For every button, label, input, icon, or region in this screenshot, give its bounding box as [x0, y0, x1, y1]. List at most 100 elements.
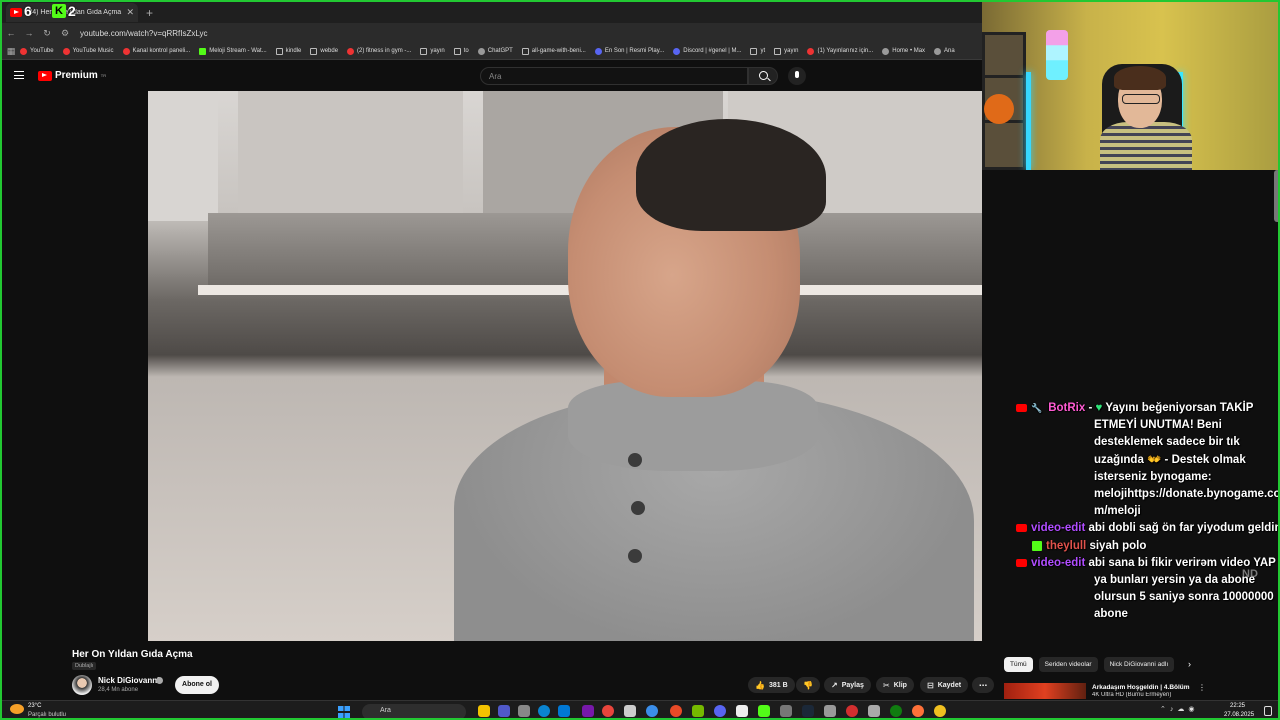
- bookmark[interactable]: ChatGPT: [477, 47, 513, 55]
- site-info-icon[interactable]: ⚙: [56, 28, 74, 39]
- search-input[interactable]: Ara: [480, 67, 748, 85]
- folder-icon: [453, 47, 461, 55]
- app-icon[interactable]: [934, 705, 946, 717]
- bookmark[interactable]: (1) Yayınlarınız için...: [807, 47, 873, 55]
- bookmark[interactable]: Kanal kontrol paneli...: [122, 47, 190, 55]
- steam-icon[interactable]: [802, 705, 814, 717]
- app-icon[interactable]: [780, 705, 792, 717]
- firefox-icon[interactable]: [912, 705, 924, 717]
- youtube-music-icon: [62, 47, 70, 55]
- chat-text: ETMEYİ UNUTMA! Beni: [1094, 419, 1222, 432]
- subscribe-button[interactable]: Abone ol: [175, 676, 219, 694]
- taskbar-search-input[interactable]: Ara: [362, 704, 466, 718]
- edge-icon[interactable]: [538, 705, 550, 717]
- teams-icon[interactable]: [498, 705, 510, 717]
- video-player[interactable]: [148, 91, 982, 641]
- bookmark[interactable]: Discord | #genel | M...: [673, 47, 741, 55]
- notification-icon[interactable]: [1264, 706, 1272, 716]
- playstation-icon: [594, 47, 602, 55]
- recommended-title[interactable]: Arkadaşım Hoşgeldin | 4.Bölüm: [1092, 684, 1192, 691]
- bookmark-folder[interactable]: webde: [310, 47, 338, 55]
- discord-icon[interactable]: [714, 705, 726, 717]
- like-button[interactable]: 👍 381 B: [748, 677, 795, 693]
- more-horizontal-icon: ⋯: [979, 680, 987, 690]
- app-icon[interactable]: [646, 705, 658, 717]
- page-scrollbar[interactable]: [1274, 170, 1278, 222]
- chip-channel[interactable]: Nick DiGiovanni adlı: [1103, 657, 1175, 672]
- app-icon[interactable]: [670, 705, 682, 717]
- bookmark[interactable]: YouTube Music: [62, 47, 114, 55]
- kick-icon[interactable]: [758, 705, 770, 717]
- app-icon[interactable]: [624, 705, 636, 717]
- youtube-header: Premium TR Ara: [2, 61, 982, 91]
- file-explorer-icon[interactable]: [478, 705, 490, 717]
- store-icon[interactable]: [558, 705, 570, 717]
- chat-text: siyah polo: [1089, 539, 1147, 552]
- system-tray-icons[interactable]: ⌃♪☁◉: [1160, 705, 1198, 713]
- save-button[interactable]: ⊟ Kaydet: [920, 677, 969, 693]
- forward-arrow-icon[interactable]: →: [20, 28, 38, 38]
- nvidia-icon[interactable]: [692, 705, 704, 717]
- video-scene: [238, 91, 463, 221]
- onenote-icon[interactable]: [582, 705, 594, 717]
- more-vertical-icon[interactable]: ⋮: [1198, 683, 1206, 692]
- chip-all[interactable]: Tümü: [1004, 657, 1033, 672]
- hamburger-menu-icon[interactable]: [14, 71, 24, 79]
- bookmark-folder[interactable]: yayın: [774, 47, 798, 55]
- search-icon[interactable]: [748, 67, 778, 85]
- youtube-premium-logo[interactable]: Premium TR: [38, 70, 106, 81]
- chatgpt-icon: [477, 47, 485, 55]
- microphone-icon[interactable]: [788, 67, 806, 85]
- reload-icon[interactable]: ↻: [38, 28, 56, 39]
- app-icon[interactable]: [736, 705, 748, 717]
- share-button[interactable]: ↗ Paylaş: [824, 677, 871, 693]
- browser-tab-bar: (24) Her On Yıldan Gıda Açma ✕ +: [2, 2, 982, 23]
- bookmarks-bar: ▦ YouTube YouTube Music Kanal kontrol pa…: [2, 43, 982, 60]
- bookmark-folder[interactable]: all-game-with-beni...: [521, 47, 586, 55]
- clock-time[interactable]: 22:25: [1230, 703, 1245, 709]
- folder-icon: [774, 47, 782, 55]
- recommended-subtitle: 4K Ultra HD (Burnu Ermeyen): [1092, 692, 1172, 698]
- apps-grid-icon[interactable]: ▦: [2, 46, 20, 57]
- bookmark[interactable]: En Son | Resmi Play...: [594, 47, 664, 55]
- youtube-icon: [1016, 558, 1027, 567]
- like-count: 381 B: [768, 681, 788, 689]
- bookmark-folder[interactable]: to: [453, 47, 469, 55]
- obs-icon[interactable]: [846, 705, 858, 717]
- chrome-icon[interactable]: [602, 705, 614, 717]
- bookmark-folder[interactable]: yt: [750, 47, 765, 55]
- xbox-icon[interactable]: [890, 705, 902, 717]
- windows-start-icon[interactable]: [338, 706, 350, 718]
- channel-avatar[interactable]: [72, 675, 92, 695]
- youtube-icon: [347, 47, 355, 55]
- back-arrow-icon[interactable]: ←: [2, 28, 20, 38]
- app-icon[interactable]: [824, 705, 836, 717]
- chat-text: uzağında 👐 - Destek olmak: [1094, 453, 1246, 466]
- bookmark[interactable]: (2) fitness in gym -...: [347, 47, 411, 55]
- bookmark[interactable]: Home • Max: [882, 47, 925, 55]
- chevron-right-icon[interactable]: ›: [1188, 659, 1191, 669]
- task-view-icon[interactable]: [518, 705, 530, 717]
- bookmark[interactable]: Ana: [934, 47, 955, 55]
- chat-username: theylull: [1046, 539, 1087, 552]
- bookmark[interactable]: YouTube: [20, 47, 54, 55]
- clock-date[interactable]: 27.08.2025: [1224, 712, 1254, 718]
- youtube-favicon-icon: [10, 8, 22, 17]
- bookmark-folder[interactable]: yayın: [420, 47, 445, 55]
- bookmark-folder[interactable]: kindle: [275, 47, 301, 55]
- close-tab-icon[interactable]: ✕: [126, 7, 134, 18]
- address-bar: ← → ↻ ⚙ youtube.com/watch?v=qRRfIsZxLyc: [2, 23, 982, 43]
- url-field[interactable]: youtube.com/watch?v=qRRfIsZxLyc: [80, 29, 982, 38]
- app-icon[interactable]: [868, 705, 880, 717]
- recommended-thumbnail[interactable]: [1004, 683, 1086, 699]
- clip-button[interactable]: ✂ Klip: [876, 677, 914, 693]
- channel-name[interactable]: Nick DiGiovanni: [98, 676, 159, 685]
- more-actions-button[interactable]: ⋯: [972, 677, 994, 693]
- bookmark[interactable]: Meloji Stream - Wat...: [199, 47, 267, 55]
- weather-icon[interactable]: [10, 704, 24, 714]
- dislike-button[interactable]: 👎: [796, 677, 820, 693]
- max-icon: [882, 47, 890, 55]
- chip-series[interactable]: Seriden videolar: [1038, 657, 1098, 672]
- thumbs-down-icon: 👎: [803, 680, 813, 690]
- new-tab-button[interactable]: +: [146, 6, 153, 20]
